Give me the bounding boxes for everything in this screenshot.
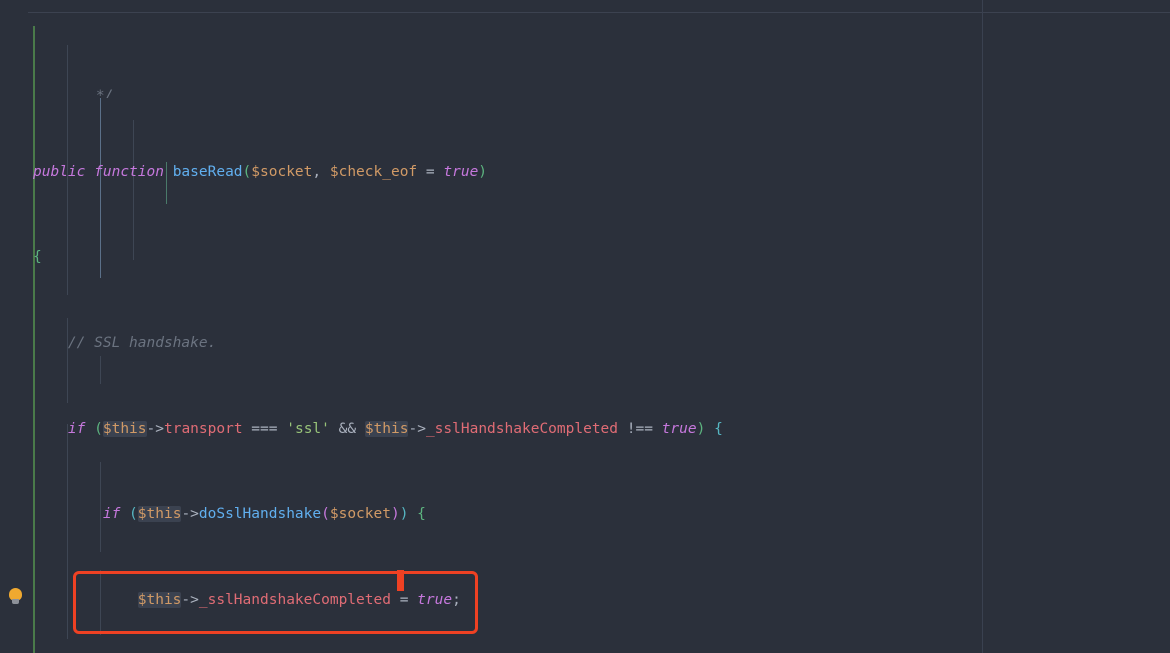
keyword-function: function bbox=[94, 163, 164, 180]
code-editor[interactable]: */ public function baseRead($socket, $ch… bbox=[0, 0, 1170, 653]
code-line[interactable]: if ($this->doSslHandshake($socket)) { bbox=[0, 504, 1170, 525]
keyword-public: public bbox=[33, 163, 86, 180]
code-line[interactable]: { bbox=[0, 247, 1170, 268]
code-line-partial[interactable]: */ bbox=[0, 86, 1170, 98]
comment-token: // SSL handshake. bbox=[67, 335, 217, 352]
comment-token: */ bbox=[61, 87, 114, 98]
code-line[interactable]: if ($this->transport === 'ssl' && $this-… bbox=[0, 419, 1170, 440]
lightbulb-base bbox=[12, 599, 19, 604]
code-content[interactable]: */ public function baseRead($socket, $ch… bbox=[0, 0, 1170, 653]
code-line[interactable]: // SSL handshake. bbox=[0, 333, 1170, 354]
code-line[interactable]: public function baseRead($socket, $check… bbox=[0, 162, 1170, 183]
code-line[interactable]: $this->_sslHandshakeCompleted = true; bbox=[0, 590, 1170, 611]
lightbulb-icon[interactable] bbox=[8, 588, 23, 605]
method-name: baseRead bbox=[172, 163, 243, 180]
